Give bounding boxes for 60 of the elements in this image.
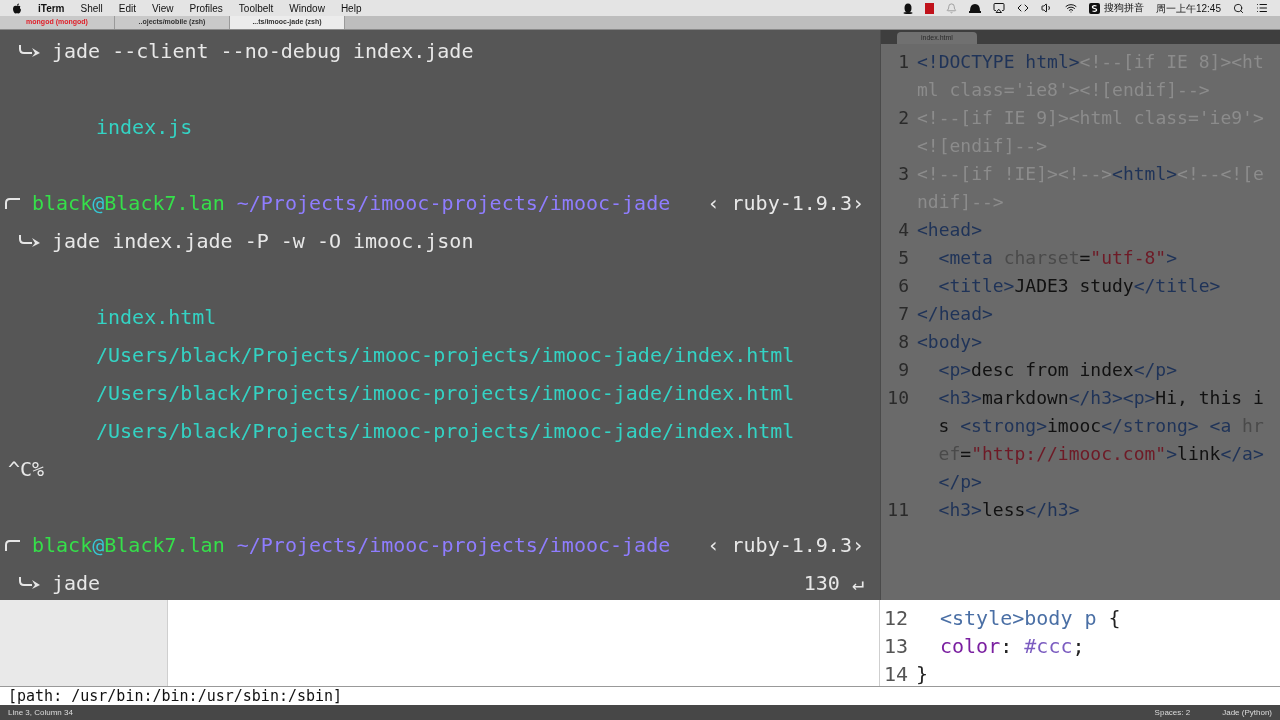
output-text: index.html xyxy=(96,304,217,331)
airplay-icon[interactable] xyxy=(992,2,1005,14)
code-line: } xyxy=(916,661,930,688)
menu-item[interactable]: Edit xyxy=(118,0,136,16)
code-line: </head> xyxy=(917,302,994,326)
output-text: /Users/black/Projects/imooc-projects/imooc-jade/index.html xyxy=(96,380,795,407)
ruby-version: ‹ ruby-1.9.3› xyxy=(707,190,864,217)
ruby-version: ‹ ruby-1.9.3› xyxy=(707,532,864,559)
line-number: 12 xyxy=(882,605,909,632)
volume-icon[interactable] xyxy=(1040,2,1053,14)
menu-item[interactable]: Toolbelt xyxy=(238,0,274,16)
exit-code: 130 ↵ xyxy=(803,570,864,597)
line-number: 13 xyxy=(882,633,909,660)
output-text: /Users/black/Projects/imooc-projects/imooc-jade/index.html xyxy=(96,418,795,445)
line-number: 1 xyxy=(897,50,910,74)
line-number: 14 xyxy=(882,661,909,688)
cursor-position: Line 3, Column 34 xyxy=(8,706,73,719)
code-icon[interactable] xyxy=(1016,2,1029,14)
wifi-icon[interactable] xyxy=(1064,2,1077,14)
menu-item[interactable]: Shell xyxy=(80,0,103,16)
line-number: 7 xyxy=(897,302,910,326)
input-method-icon[interactable] xyxy=(1088,2,1100,14)
menu-item[interactable]: View xyxy=(152,0,174,16)
input-method-label: 搜狗拼音 xyxy=(1103,2,1144,14)
line-number: 10 xyxy=(886,386,910,410)
interrupt-text: ^C% xyxy=(8,456,45,483)
search-icon[interactable] xyxy=(1233,2,1244,14)
line-number: 3 xyxy=(897,162,910,186)
line-number: 8 xyxy=(897,330,910,354)
line-number: 11 xyxy=(886,498,910,522)
prompt-text: black@Black7.lan ~/Projects/imooc-projects/imooc-jade xyxy=(32,532,671,559)
command-text: jade --client --no-debug index.jade xyxy=(52,38,474,65)
line-number: 6 xyxy=(897,274,910,298)
output-text: /Users/black/Projects/imooc-projects/imooc-jade/index.html xyxy=(96,342,795,369)
syntax-mode[interactable]: Jade (Python) xyxy=(1222,706,1272,719)
menu-item[interactable]: Window xyxy=(289,0,325,16)
command-text: jade index.jade -P -w -O imooc.json xyxy=(52,228,474,255)
path-text: [path: /usr/bin:/bin:/usr/sbin:/sbin] xyxy=(8,685,343,707)
apple-icon xyxy=(12,2,22,14)
indent-setting[interactable]: Spaces: 2 xyxy=(1154,706,1191,719)
code-line: <body> xyxy=(917,330,984,354)
command-text: jade xyxy=(52,570,101,597)
code-line: <head> xyxy=(917,218,984,242)
code-line: <title>JADE3 study</title> xyxy=(937,274,1222,298)
notification-list-icon[interactable] xyxy=(1256,2,1268,14)
line-number: 5 xyxy=(897,246,910,270)
line-number: 4 xyxy=(897,218,910,242)
code-line: color: #ccc; xyxy=(939,633,1086,660)
menu-clock: 周一上午12:45 xyxy=(1155,1,1221,16)
line-number: 9 xyxy=(897,358,910,382)
menu-item[interactable]: Help xyxy=(340,0,362,16)
line-number: 2 xyxy=(897,106,910,130)
code-line: <h3>less</h3> xyxy=(937,498,1081,522)
code-line: <style>body p { xyxy=(939,605,1122,632)
helmet-icon[interactable] xyxy=(968,3,981,13)
app-menu[interactable]: iTerm xyxy=(38,0,65,16)
output-text: index.js xyxy=(96,114,193,141)
menu-item[interactable]: Profiles xyxy=(189,0,223,16)
code-line: <p>desc from index</p> xyxy=(937,358,1179,382)
prompt-text: black@Black7.lan ~/Projects/imooc-projects/imooc-jade xyxy=(32,190,671,217)
